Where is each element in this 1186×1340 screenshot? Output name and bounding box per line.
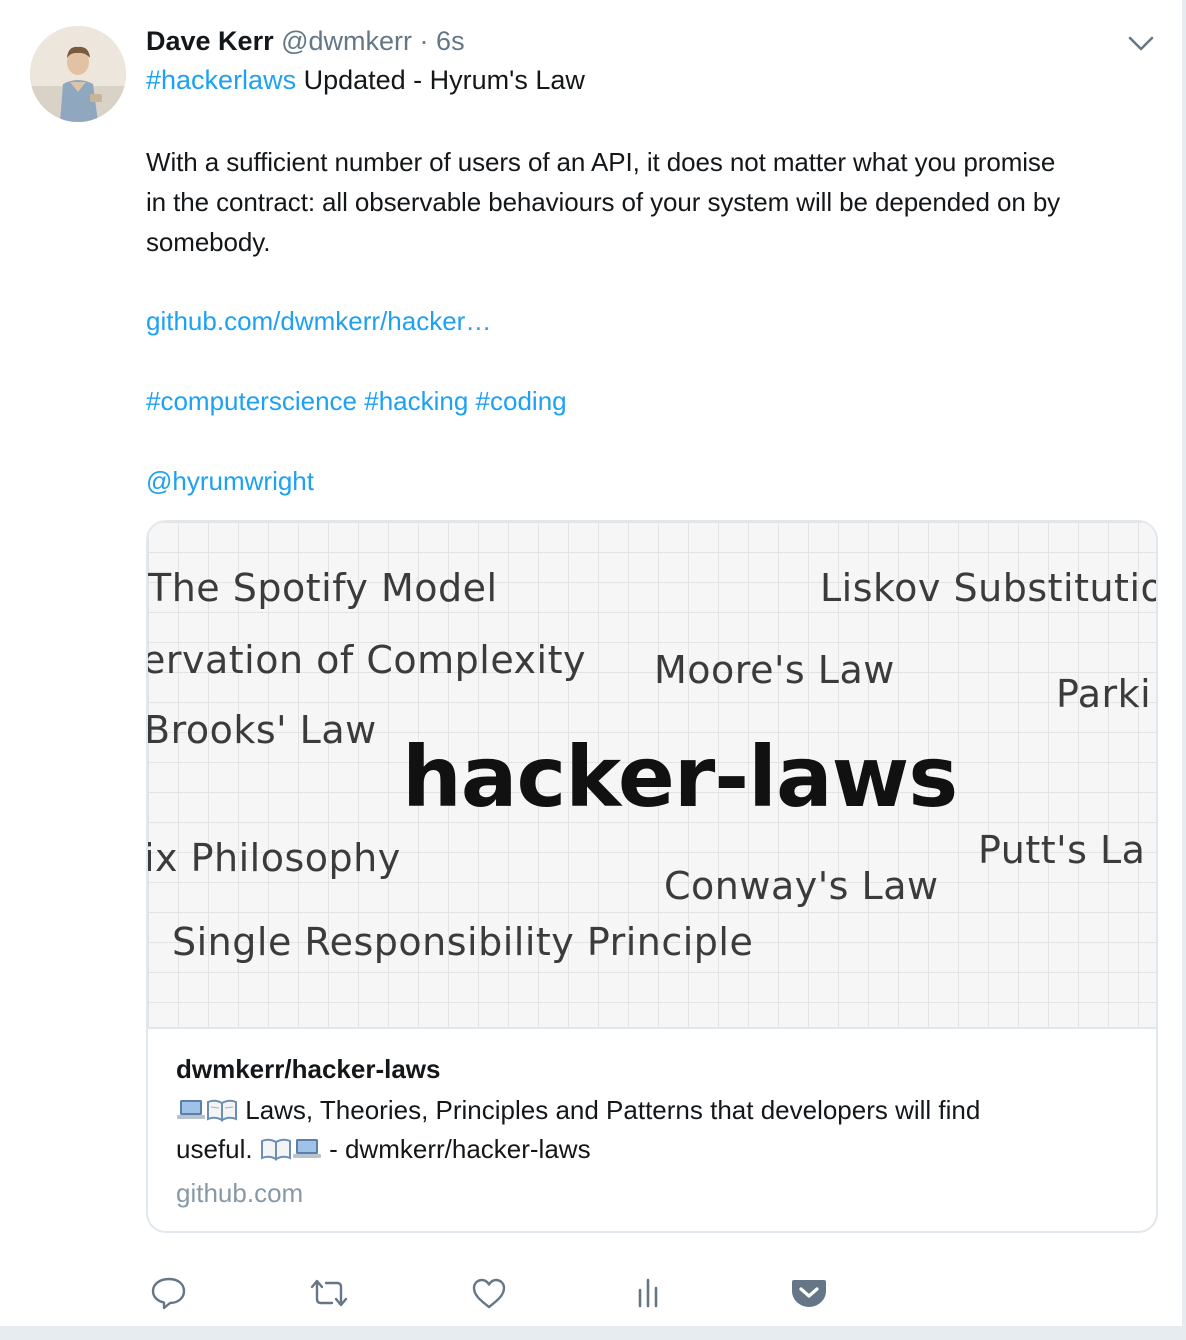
tweet-body: With a sufficient number of users of an … bbox=[146, 142, 1166, 262]
card-description-text: useful. bbox=[176, 1134, 253, 1164]
law-label: Single Responsibility Principle bbox=[172, 920, 754, 964]
heart-icon[interactable] bbox=[466, 1270, 512, 1316]
card-description-text: Laws, Theories, Principles and Patterns … bbox=[245, 1095, 981, 1125]
reply-icon[interactable] bbox=[146, 1270, 192, 1316]
card-info: dwmkerr/hacker-laws Laws, Theories, Prin… bbox=[176, 1052, 1136, 1210]
body-line: somebody. bbox=[146, 227, 271, 257]
author-name[interactable]: Dave Kerr bbox=[146, 26, 274, 56]
tweet-url-link[interactable]: github.com/dwmkerr/hacker… bbox=[146, 306, 491, 336]
law-label: ervation of Complexity bbox=[148, 638, 586, 682]
cropped-law-fragment: | bbox=[1152, 754, 1156, 805]
pocket-icon[interactable] bbox=[786, 1270, 832, 1316]
hashtag-hackerlaws[interactable]: #hackerlaws bbox=[146, 65, 296, 95]
law-label: Putt's La bbox=[978, 828, 1146, 872]
law-label: Liskov Substitutio bbox=[820, 566, 1156, 610]
card-title: dwmkerr/hacker-laws bbox=[176, 1054, 441, 1084]
tweet[interactable]: Dave Kerr @dwmkerr · 6s #hackerlaws Upda… bbox=[0, 0, 1184, 1328]
author-handle[interactable]: @dwmkerr bbox=[281, 26, 412, 56]
card-description-text: - dwmkerr/hacker-laws bbox=[329, 1134, 591, 1164]
analytics-icon[interactable] bbox=[626, 1270, 672, 1316]
separator-dot: · bbox=[419, 26, 429, 56]
hashtag-coding[interactable]: #coding bbox=[476, 386, 567, 416]
link-preview-card[interactable]: The Spotify Model Liskov Substitutio erv… bbox=[146, 520, 1158, 1233]
hashtag-hacking[interactable]: #hacking bbox=[364, 386, 468, 416]
card-domain: github.com bbox=[176, 1178, 304, 1208]
tweet-headline: #hackerlaws Updated - Hyrum's Law bbox=[146, 64, 585, 96]
hashtag-computerscience[interactable]: #computerscience bbox=[146, 386, 357, 416]
laptop-emoji-icon bbox=[292, 1134, 322, 1170]
laptop-emoji-icon bbox=[176, 1095, 206, 1131]
law-label: Parki bbox=[1056, 672, 1152, 716]
avatar[interactable] bbox=[30, 26, 126, 122]
tweet-actions bbox=[146, 1270, 846, 1316]
open-book-emoji-icon bbox=[260, 1134, 292, 1170]
card-image[interactable]: The Spotify Model Liskov Substitutio erv… bbox=[148, 522, 1156, 1029]
law-label: Conway's Law bbox=[664, 864, 939, 908]
mention-hyrumwright[interactable]: @hyrumwright bbox=[146, 466, 314, 496]
tweet-header: Dave Kerr @dwmkerr · 6s bbox=[146, 26, 465, 56]
chevron-down-icon[interactable] bbox=[1124, 28, 1158, 58]
law-label: The Spotify Model bbox=[148, 566, 498, 610]
retweet-icon[interactable] bbox=[306, 1270, 352, 1316]
law-label: Moore's Law bbox=[654, 648, 895, 692]
body-line: in the contract: all observable behaviou… bbox=[146, 187, 1061, 217]
hashtag-list: #computerscience #hacking #coding bbox=[146, 384, 567, 418]
open-book-emoji-icon bbox=[206, 1095, 238, 1131]
law-label: ix Philosophy bbox=[148, 836, 401, 880]
card-description: Laws, Theories, Principles and Patterns … bbox=[176, 1092, 1136, 1170]
timestamp[interactable]: 6s bbox=[436, 26, 465, 56]
law-label: Brooks' Law bbox=[148, 708, 377, 752]
headline-text: Updated - Hyrum's Law bbox=[303, 65, 585, 95]
card-image-title: hacker-laws bbox=[402, 728, 958, 826]
body-line: With a sufficient number of users of an … bbox=[146, 147, 1056, 177]
